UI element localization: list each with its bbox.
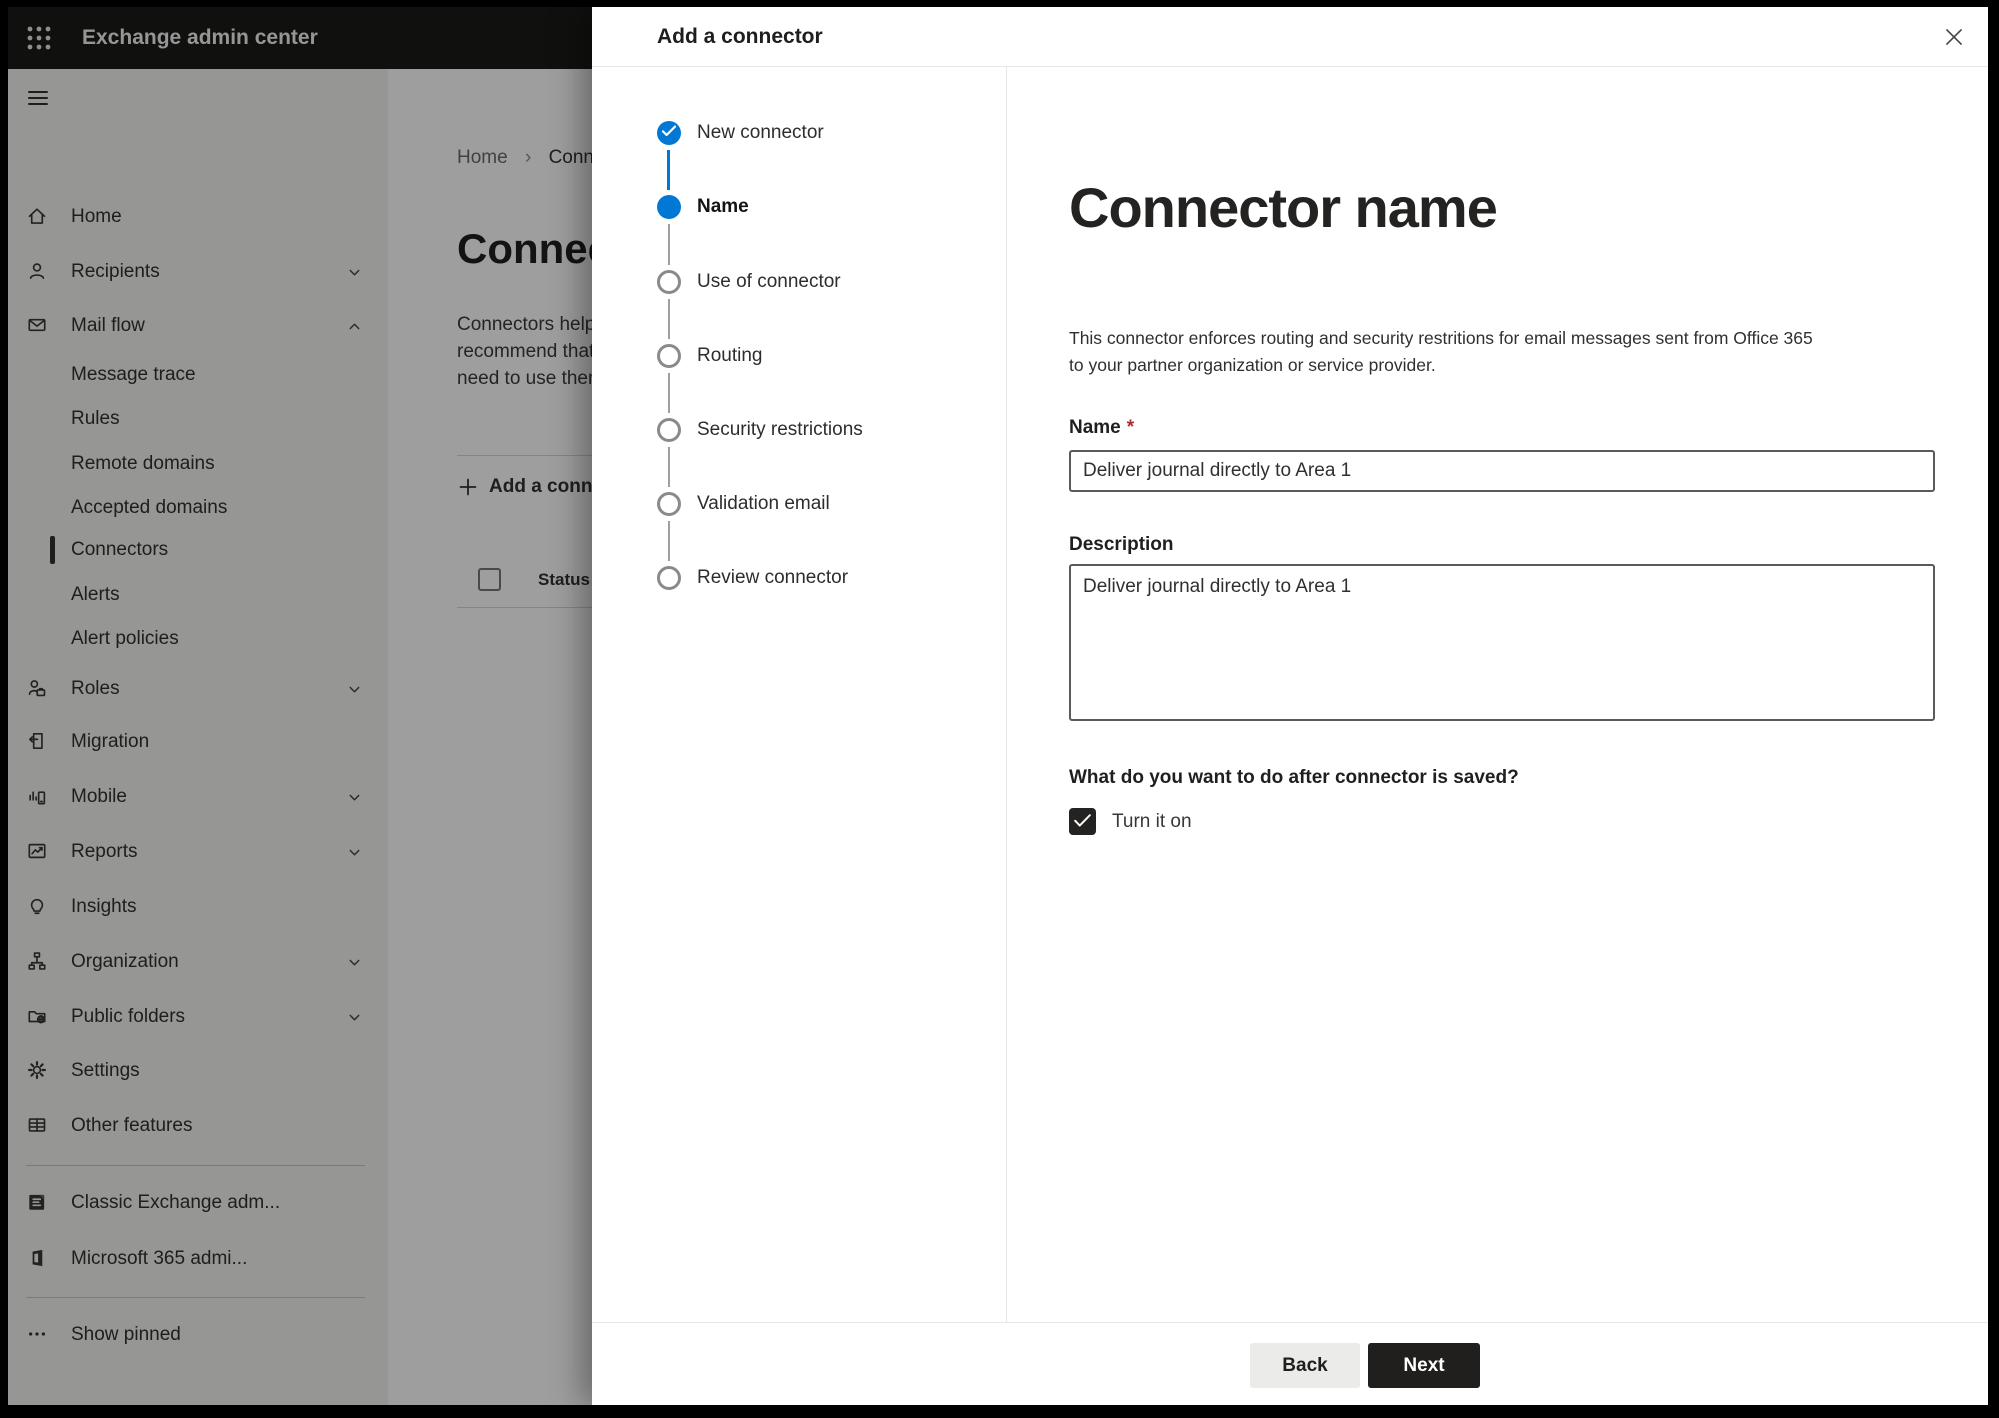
app-window: Exchange admin center Home Recipients Mail… — [8, 7, 1988, 1405]
step-connector-line — [668, 447, 670, 487]
step-label: Validation email — [697, 493, 830, 514]
step-label: Use of connector — [697, 271, 841, 292]
dialog-footer-divider — [592, 1322, 1988, 1323]
step-connector-line — [668, 373, 670, 413]
step-connector-line — [668, 521, 670, 561]
step-review-connector: Review connector — [592, 556, 992, 600]
dialog-header-divider — [592, 66, 1988, 67]
step-heading: Connector name — [1069, 176, 1498, 239]
step-current-icon — [657, 195, 681, 219]
description-field-label: Description — [1069, 534, 1174, 555]
checkmark-icon — [1074, 814, 1091, 827]
after-save-question: What do you want to do after connector i… — [1069, 767, 1519, 788]
turn-it-on-checkbox[interactable] — [1069, 808, 1096, 835]
turn-it-on-label: Turn it on — [1112, 811, 1192, 832]
dialog-title: Add a connector — [657, 25, 823, 48]
name-input[interactable] — [1069, 450, 1935, 492]
required-asterisk: * — [1126, 417, 1135, 438]
step-upcoming-icon — [657, 344, 681, 368]
step-label: New connector — [697, 122, 824, 143]
step-validation-email: Validation email — [592, 482, 992, 526]
stepper-divider — [1006, 67, 1007, 1322]
close-icon[interactable] — [1934, 17, 1974, 57]
step-description: This connector enforces routing and secu… — [1069, 325, 1813, 379]
step-description-line: This connector enforces routing and secu… — [1069, 328, 1813, 348]
step-completed-icon — [657, 121, 681, 145]
screenshot-frame: Exchange admin center Home Recipients Mail… — [0, 0, 1999, 1418]
step-connector-line — [668, 224, 670, 265]
step-upcoming-icon — [657, 566, 681, 590]
back-button[interactable]: Back — [1250, 1343, 1360, 1388]
step-use-of-connector: Use of connector — [592, 260, 992, 304]
step-label: Review connector — [697, 567, 849, 588]
step-upcoming-icon — [657, 418, 681, 442]
step-upcoming-icon — [657, 492, 681, 516]
step-routing: Routing — [592, 334, 992, 378]
step-label: Routing — [697, 345, 763, 366]
step-connector-line — [668, 299, 670, 339]
description-textarea[interactable]: Deliver journal directly to Area 1 — [1069, 564, 1935, 721]
step-new-connector: New connector — [592, 111, 992, 155]
step-security-restrictions: Security restrictions — [592, 408, 992, 452]
add-connector-dialog: Add a connector New connector Name Use of … — [592, 7, 1988, 1405]
step-label: Security restrictions — [697, 419, 863, 440]
step-upcoming-icon — [657, 270, 681, 294]
step-description-line: to your partner organization or service … — [1069, 355, 1436, 375]
step-label: Name — [697, 196, 749, 217]
step-name: Name — [592, 185, 992, 229]
next-button[interactable]: Next — [1368, 1343, 1480, 1388]
name-field-label: Name * — [1069, 417, 1135, 438]
step-connector-line — [667, 150, 670, 190]
